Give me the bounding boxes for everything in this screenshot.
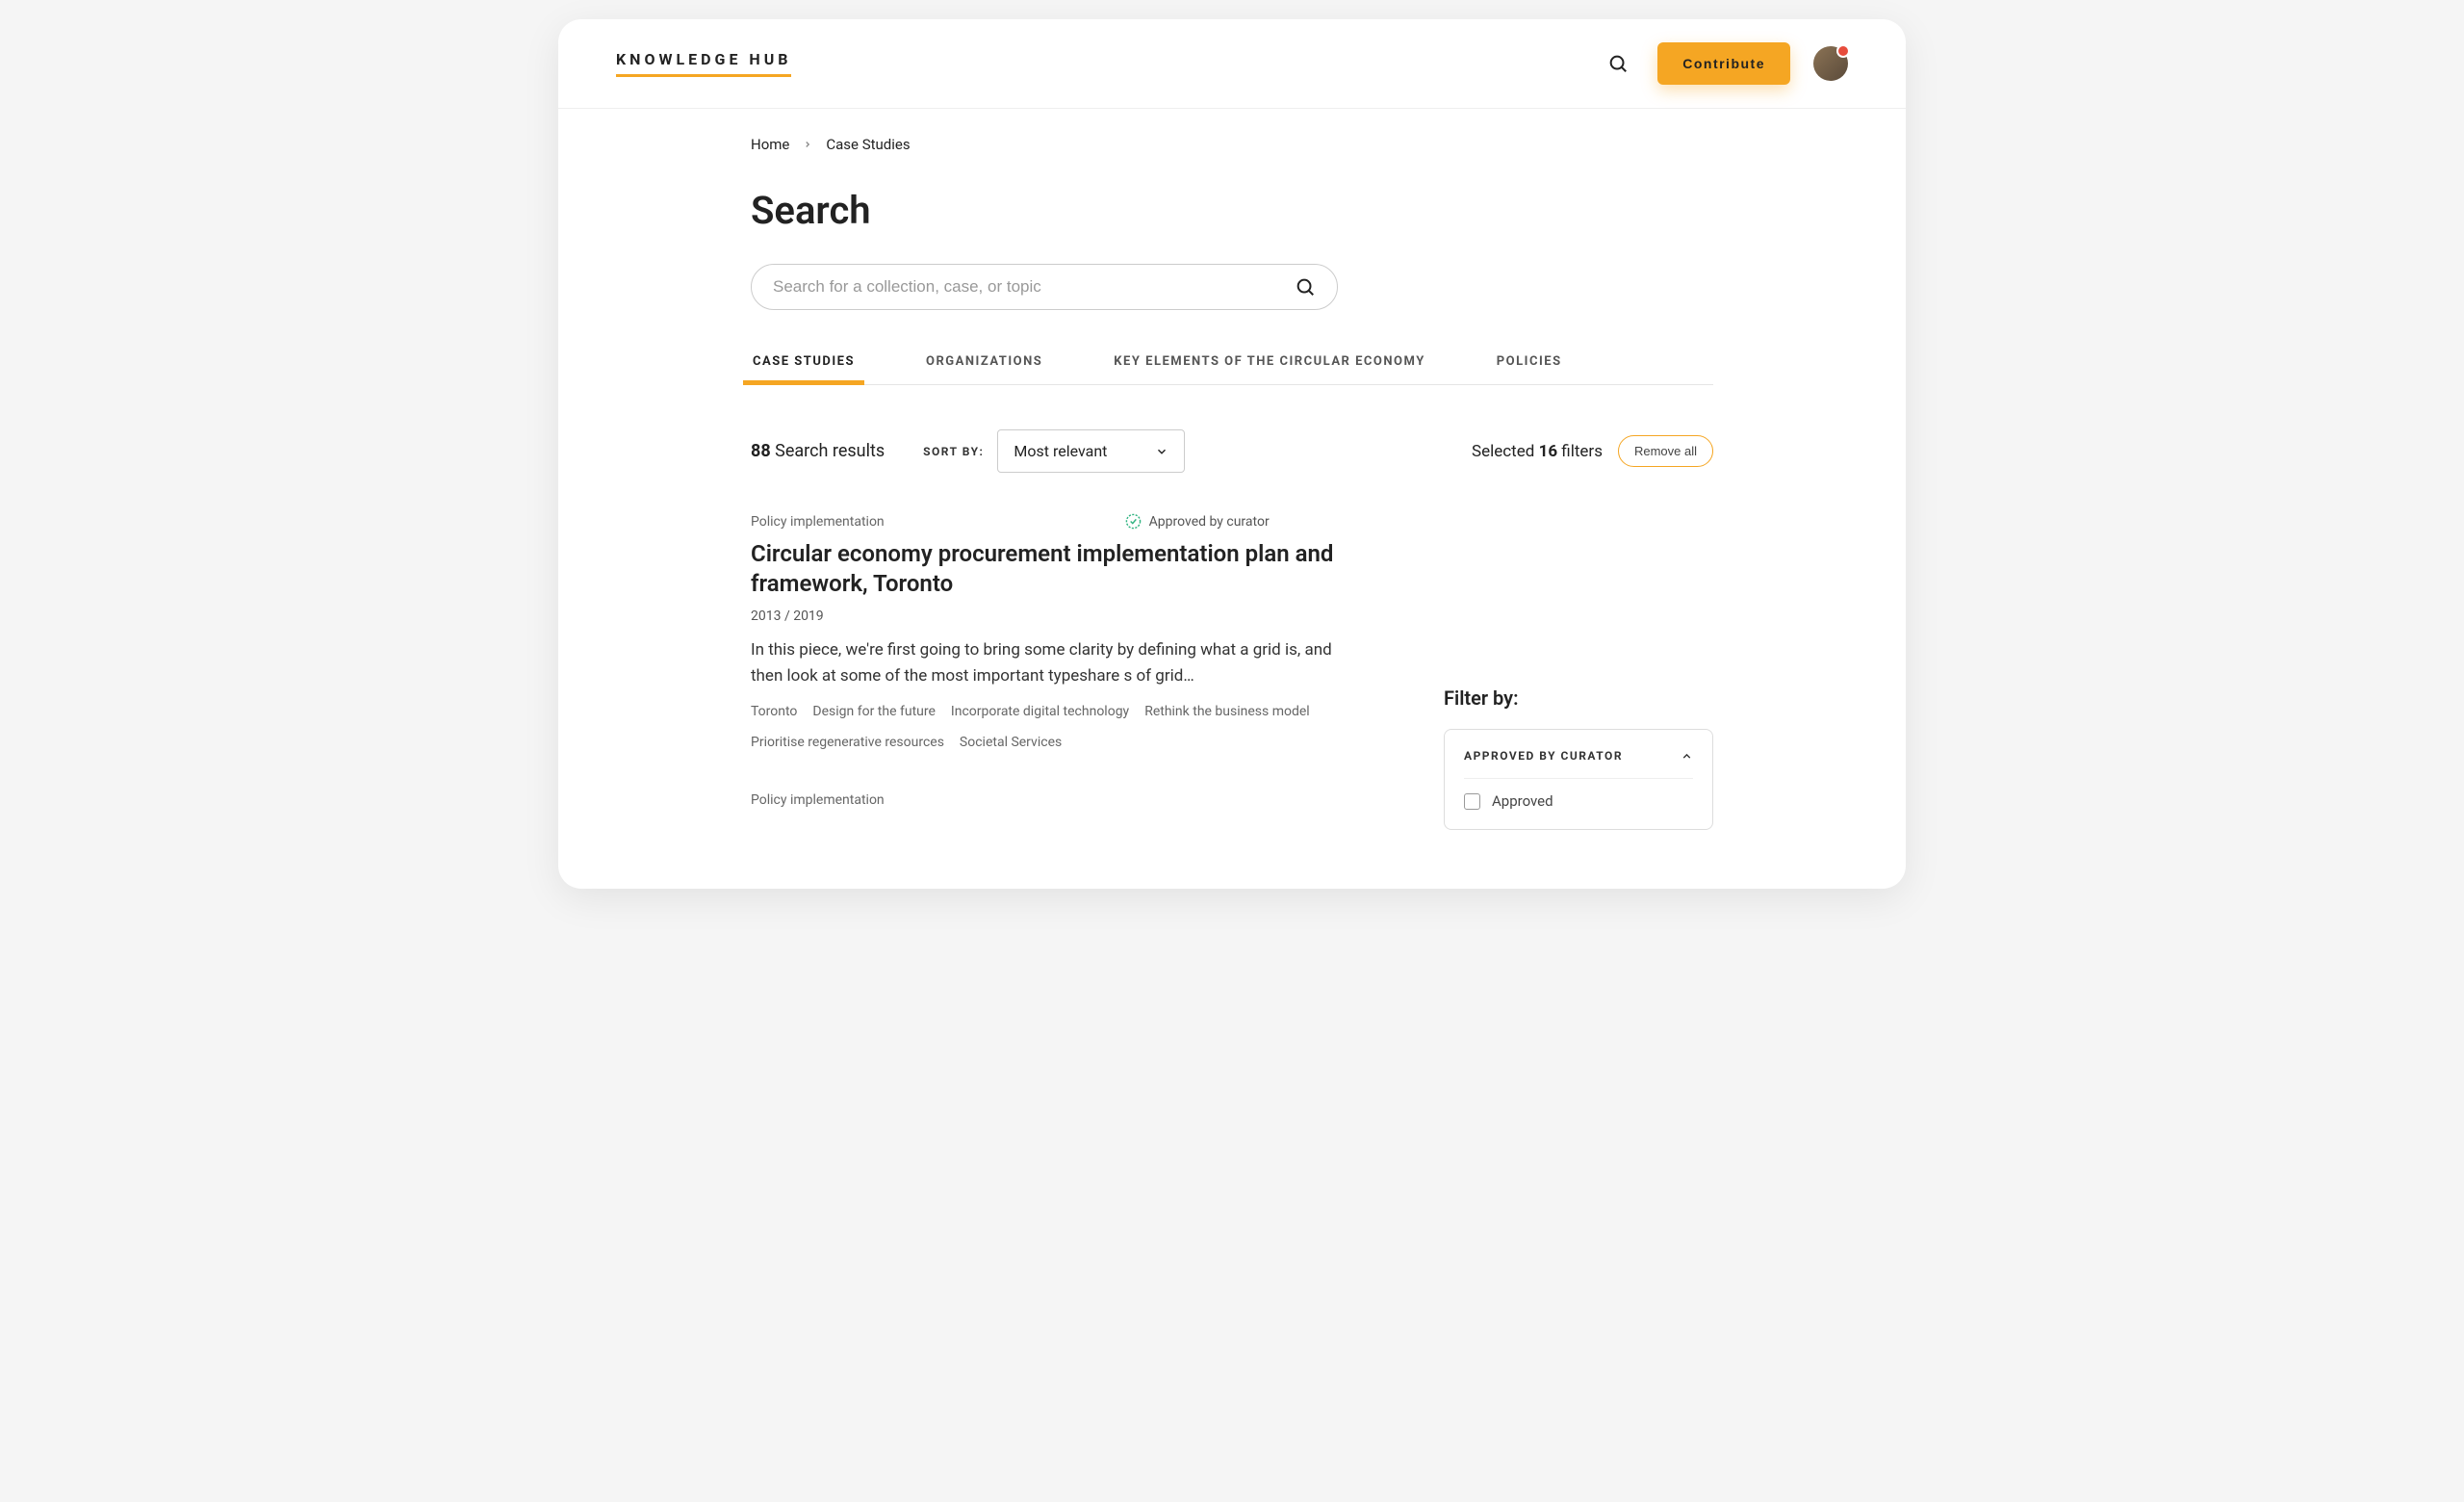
- sort-value: Most relevant: [1014, 442, 1107, 460]
- search-icon: [1607, 53, 1629, 74]
- header-actions: Contribute: [1602, 42, 1848, 85]
- filter-option-label: Approved: [1492, 792, 1553, 810]
- app-window: KNOWLEDGE HUB Contribute Home Case Studi…: [558, 19, 1906, 889]
- breadcrumb-current: Case Studies: [826, 136, 910, 153]
- chevron-down-icon: [1155, 445, 1168, 458]
- selected-suffix: filters: [1561, 442, 1603, 461]
- remove-all-button[interactable]: Remove all: [1618, 435, 1713, 467]
- search-icon: [1295, 276, 1316, 298]
- results-left: 88 Search results SORT BY: Most relevant: [751, 429, 1185, 473]
- results-header: 88 Search results SORT BY: Most relevant…: [751, 429, 1713, 473]
- result-tag[interactable]: Prioritise regenerative resources: [751, 735, 944, 750]
- results-column: Policy implementation Approved by curato…: [751, 513, 1348, 850]
- tabs: CASE STUDIES ORGANIZATIONS KEY ELEMENTS …: [751, 345, 1713, 385]
- result-tags: Toronto Design for the future Incorporat…: [751, 704, 1348, 750]
- search-icon-button[interactable]: [1602, 47, 1634, 80]
- results-count: 88 Search results: [751, 441, 885, 461]
- result-date: 2013 / 2019: [751, 609, 1348, 624]
- selected-prefix: Selected: [1472, 442, 1534, 461]
- result-tag[interactable]: Toronto: [751, 704, 797, 719]
- result-tag[interactable]: Incorporate digital technology: [951, 704, 1129, 719]
- search-bar[interactable]: [751, 264, 1338, 310]
- chevron-up-icon: [1681, 750, 1693, 763]
- filter-title: Filter by:: [1444, 686, 1713, 710]
- selected-count: 16: [1539, 442, 1558, 461]
- result-tag[interactable]: Design for the future: [812, 704, 935, 719]
- filter-column: Filter by: APPROVED BY CURATOR Approved: [1444, 513, 1713, 850]
- selected-filters: Selected 16 filters: [1472, 442, 1603, 461]
- results-count-label: Search results: [775, 441, 885, 461]
- result-meta: Policy implementation Approved by curato…: [751, 513, 1348, 530]
- logo[interactable]: KNOWLEDGE HUB: [616, 50, 791, 77]
- result-item: Policy implementation: [751, 792, 1348, 808]
- check-circle-icon: [1125, 513, 1142, 530]
- filter-box: APPROVED BY CURATOR Approved: [1444, 729, 1713, 830]
- results-right: Selected 16 filters Remove all: [1472, 435, 1713, 467]
- approved-label: Approved by curator: [1149, 514, 1270, 530]
- page-title: Search: [751, 188, 1713, 233]
- result-category: Policy implementation: [751, 792, 885, 808]
- tab-policies[interactable]: POLICIES: [1495, 345, 1564, 384]
- approved-badge: Approved by curator: [1125, 513, 1270, 530]
- content: Home Case Studies Search CASE STUDIES OR…: [558, 109, 1906, 889]
- result-tag[interactable]: Rethink the business model: [1144, 704, 1310, 719]
- tab-organizations[interactable]: ORGANIZATIONS: [924, 345, 1044, 384]
- tab-key-elements[interactable]: KEY ELEMENTS OF THE CIRCULAR ECONOMY: [1112, 345, 1426, 384]
- result-title[interactable]: Circular economy procurement implementat…: [751, 539, 1348, 599]
- filter-group-header[interactable]: APPROVED BY CURATOR: [1464, 749, 1693, 779]
- sort-select[interactable]: Most relevant: [997, 429, 1185, 473]
- sort-label: SORT BY:: [923, 445, 984, 458]
- main-row: Policy implementation Approved by curato…: [751, 513, 1713, 850]
- search-input[interactable]: [773, 277, 1295, 297]
- breadcrumb-home[interactable]: Home: [751, 136, 789, 153]
- result-tag[interactable]: Societal Services: [960, 735, 1062, 750]
- result-category: Policy implementation: [751, 514, 885, 530]
- tab-case-studies[interactable]: CASE STUDIES: [751, 345, 857, 384]
- filter-group-label: APPROVED BY CURATOR: [1464, 749, 1623, 763]
- breadcrumb: Home Case Studies: [751, 136, 1713, 153]
- result-meta: Policy implementation: [751, 792, 1348, 808]
- avatar[interactable]: [1813, 46, 1848, 81]
- sort-group: SORT BY: Most relevant: [923, 429, 1185, 473]
- result-item: Policy implementation Approved by curato…: [751, 513, 1348, 750]
- filter-option[interactable]: Approved: [1464, 792, 1693, 810]
- chevron-right-icon: [803, 136, 812, 153]
- checkbox[interactable]: [1464, 793, 1480, 810]
- contribute-button[interactable]: Contribute: [1657, 42, 1790, 85]
- result-excerpt: In this piece, we're first going to brin…: [751, 637, 1348, 688]
- results-count-number: 88: [751, 441, 771, 461]
- header: KNOWLEDGE HUB Contribute: [558, 19, 1906, 109]
